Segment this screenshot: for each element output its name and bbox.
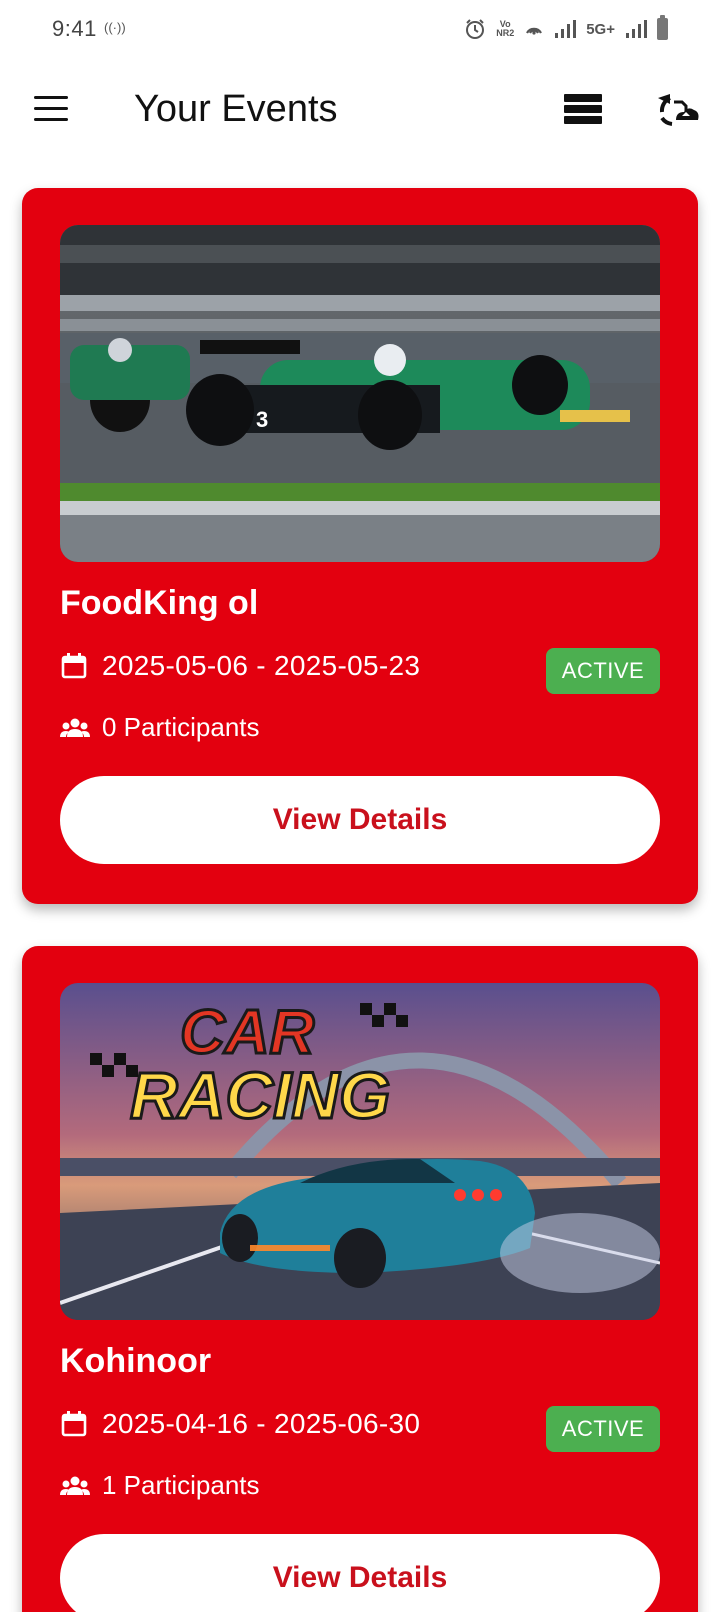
- volte-icon: Vo NR2: [496, 20, 514, 38]
- list-icon-bar: [564, 116, 602, 124]
- car-racing-banner: CAR RACING: [60, 983, 660, 1320]
- event-date-row: 2025-04-16 - 2025-06-30: [60, 1408, 420, 1440]
- people-icon: [60, 1476, 90, 1495]
- svg-text:3: 3: [256, 407, 268, 432]
- volte-bottom: NR2: [496, 28, 515, 38]
- participants-count: 0 Participants: [102, 712, 260, 742]
- event-date-row: 2025-05-06 - 2025-05-23: [60, 650, 420, 682]
- signal-2-icon: [626, 20, 647, 38]
- menu-icon-bar: [34, 107, 68, 110]
- list-icon-bar: [564, 105, 602, 113]
- people-icon: [60, 718, 90, 737]
- list-view-button[interactable]: [564, 94, 604, 128]
- status-badge: ACTIVE: [546, 648, 660, 694]
- participants-row: 1 Participants: [60, 1470, 260, 1501]
- list-icon-bar: [564, 94, 602, 102]
- status-time: 9:41: [52, 16, 97, 41]
- event-title: Kohinoor: [60, 1342, 212, 1380]
- event-image: CAR RACING: [60, 983, 660, 1320]
- sync-icon: [658, 94, 699, 126]
- network-type: 5G+: [586, 20, 615, 38]
- menu-button[interactable]: [34, 96, 70, 126]
- participants-row: 0 Participants: [60, 712, 260, 743]
- event-date-range: 2025-04-16 - 2025-06-30: [102, 1408, 421, 1439]
- calendar-icon: [61, 1411, 87, 1437]
- wifi-calling-icon: [526, 27, 543, 35]
- banner-text-line1: CAR: [180, 998, 315, 1067]
- battery-icon: [657, 15, 668, 40]
- event-card: CAR RACING Kohinoor 2025-04-16 - 2025-06…: [22, 946, 698, 1612]
- event-title: FoodKing ol: [60, 584, 259, 622]
- menu-icon-bar: [34, 96, 68, 99]
- menu-icon-bar: [34, 118, 68, 121]
- calendar-icon: [61, 653, 87, 679]
- signal-icon: [555, 20, 577, 38]
- banner-text-line2: RACING: [130, 1058, 390, 1132]
- hotspot-icon: ((·)): [104, 20, 126, 35]
- status-icons: Vo NR2 5G+: [464, 15, 668, 40]
- event-card: 3 FoodKing ol 2025-05-06 - 2025-05-23 AC…: [22, 188, 698, 904]
- app-bar: Your Events: [0, 70, 720, 154]
- status-bar: 9:41 ((·)) Vo NR2 5G+: [0, 0, 720, 58]
- participants-count: 1 Participants: [102, 1470, 260, 1500]
- event-date-range: 2025-05-06 - 2025-05-23: [102, 650, 421, 681]
- view-details-button[interactable]: View Details: [60, 1534, 660, 1612]
- event-image: 3: [60, 225, 660, 562]
- race-car-photo: 3: [60, 225, 660, 562]
- sync-button[interactable]: [656, 90, 700, 130]
- alarm-icon: [466, 19, 485, 39]
- status-badge: ACTIVE: [546, 1406, 660, 1452]
- page-title: Your Events: [134, 88, 338, 130]
- view-details-button[interactable]: View Details: [60, 776, 660, 864]
